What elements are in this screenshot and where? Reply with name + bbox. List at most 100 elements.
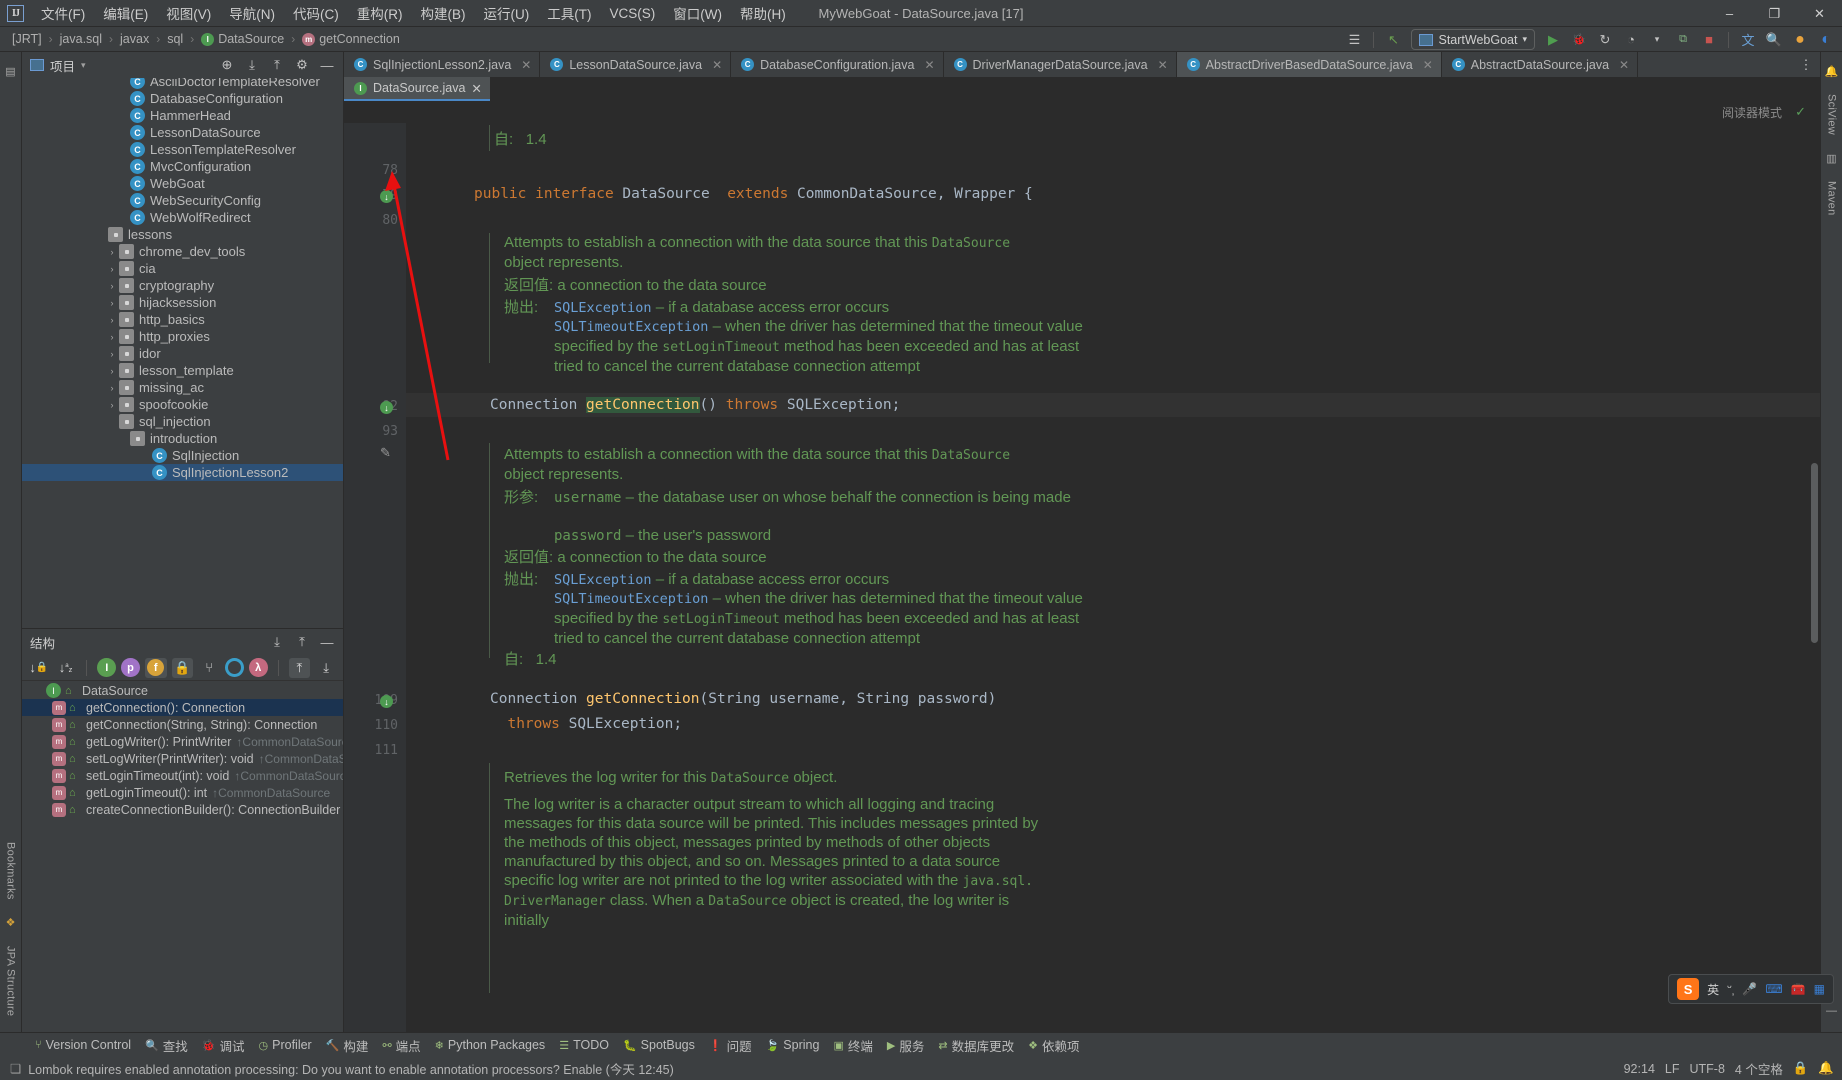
tree-node-mvcconfiguration[interactable]: C MvcConfiguration: [22, 158, 343, 175]
sort-alphabetically-icon[interactable]: ↓ ᵃz: [55, 658, 77, 678]
editor-tab-abstractdriverbaseddatasource[interactable]: C AbstractDriverBasedDataSource.java ✕: [1177, 52, 1442, 77]
tool-maven[interactable]: Maven: [1824, 173, 1840, 224]
stop-button[interactable]: ■: [1697, 29, 1721, 51]
structure-item-setlogwriter[interactable]: m ⌂ setLogWriter(PrintWriter): void ↑Common…: [22, 750, 343, 767]
minimize-button[interactable]: –: [1707, 0, 1752, 27]
tree-node-databaseconfiguration[interactable]: C DatabaseConfiguration: [22, 90, 343, 107]
tree-node-webwolfredirect[interactable]: C WebWolfRedirect: [22, 209, 343, 226]
close-icon[interactable]: ✕: [471, 81, 481, 96]
tree-node-http-proxies[interactable]: › http_proxies: [22, 328, 343, 345]
chevron-down-icon[interactable]: ⱟ: [32, 686, 46, 696]
sort-by-visibility-icon[interactable]: ↓ 🔒: [28, 658, 50, 678]
implemented-method-gutter-icon[interactable]: ↓: [380, 190, 393, 203]
run-configuration-selector[interactable]: StartWebGoat ▾: [1411, 29, 1535, 50]
notification-icon[interactable]: ●: [1788, 29, 1812, 51]
hide-icon[interactable]: —: [315, 631, 339, 653]
ime-toolbar[interactable]: S 英 ᵕ, 🎤 ⌨ 🧰 ▦: [1668, 974, 1834, 1004]
close-icon[interactable]: ✕: [1619, 58, 1629, 72]
bottom-tool-window-bar[interactable]: ⑂ Version Control 🔍 查找 🐞 调试 ◷ Profiler 🔨 构建 ⚯ 端点 ❄ Py…: [0, 1032, 1842, 1057]
tree-node-hammerhead[interactable]: C HammerHead: [22, 107, 343, 124]
bottom-tool-version-control[interactable]: ⑂ Version Control: [28, 1036, 138, 1054]
bottom-tool--[interactable]: ❖ 依赖项: [1021, 1034, 1086, 1057]
locate-icon[interactable]: ⊕: [215, 54, 239, 76]
more-tabs-icon[interactable]: ⋮: [1794, 54, 1818, 76]
bottom-tool-python-packages[interactable]: ❄ Python Packages: [428, 1036, 553, 1054]
breadcrumb-datasource[interactable]: I DataSource: [197, 30, 288, 48]
group-icon[interactable]: ⑂: [198, 658, 220, 678]
editor-tab-drivermanagerdatasource[interactable]: C DriverManagerDataSource.java ✕: [944, 52, 1177, 77]
menu-edit[interactable]: 编辑(E): [94, 0, 157, 27]
close-icon[interactable]: ✕: [712, 58, 722, 72]
search-icon[interactable]: 🔍: [1762, 29, 1786, 51]
bottom-tool--[interactable]: ▶ 服务: [880, 1034, 931, 1057]
code-content[interactable]: 自: 1.4 public interface DataSource extend…: [406, 123, 1820, 1032]
keyboard-icon[interactable]: ⌨: [1765, 982, 1782, 996]
menu-window[interactable]: 窗口(W): [664, 0, 731, 27]
chevron-right-icon[interactable]: ›: [105, 281, 119, 291]
collapse-all-icon[interactable]: ⤒: [290, 631, 314, 653]
chevron-right-icon[interactable]: ›: [105, 315, 119, 325]
tree-node-idor[interactable]: › idor: [22, 345, 343, 362]
implemented-method-gutter-icon[interactable]: ↓: [380, 401, 393, 414]
chevron-right-icon[interactable]: ›: [105, 349, 119, 359]
gear-icon[interactable]: ⚙: [290, 54, 314, 76]
edit-doc-icon[interactable]: ✎: [380, 445, 391, 461]
close-button[interactable]: ✕: [1797, 0, 1842, 27]
run-button[interactable]: ▶: [1541, 29, 1565, 51]
bottom-tool--[interactable]: ❗ 问题: [702, 1034, 759, 1057]
ml-icon[interactable]: ▥: [1823, 149, 1841, 167]
editor-tab-datasource[interactable]: I DataSource.java ✕: [344, 77, 490, 101]
coverage-button[interactable]: ◔: [1619, 29, 1643, 51]
chevron-right-icon[interactable]: ›: [105, 366, 119, 376]
bottom-tool-spotbugs[interactable]: 🐛 SpotBugs: [616, 1036, 702, 1054]
close-icon[interactable]: ✕: [924, 58, 934, 72]
caret-position[interactable]: 92:14: [1624, 1062, 1655, 1076]
code-line-110[interactable]: throws SQLException;: [490, 716, 682, 732]
breadcrumb-javasql[interactable]: java.sql: [56, 30, 106, 48]
tree-node-spoofcookie[interactable]: › spoofcookie: [22, 396, 343, 413]
close-icon[interactable]: ✕: [521, 58, 531, 72]
tree-node-http-basics[interactable]: › http_basics: [22, 311, 343, 328]
menu-refactor[interactable]: 重构(R): [348, 0, 412, 27]
tree-node-cryptography[interactable]: › cryptography: [22, 277, 343, 294]
editor-tab-row-1[interactable]: C SqlInjectionLesson2.java ✕ C LessonDataSou…: [344, 52, 1820, 77]
chevron-right-icon[interactable]: ›: [105, 332, 119, 342]
menu-navigate[interactable]: 导航(N): [220, 0, 284, 27]
inspection-status-icon[interactable]: ✓: [1795, 104, 1806, 120]
collapse-strip-icon[interactable]: —: [1823, 1002, 1841, 1020]
jpa-icon[interactable]: ❖: [2, 914, 20, 932]
collapse-all-icon[interactable]: ⤓: [315, 658, 337, 678]
menu-tools[interactable]: 工具(T): [538, 0, 600, 27]
show-inherited-icon[interactable]: I: [97, 658, 116, 677]
menu-help[interactable]: 帮助(H): [731, 0, 795, 27]
implemented-method-gutter-icon[interactable]: ↓: [380, 695, 393, 708]
debug-button[interactable]: 🐞: [1567, 29, 1591, 51]
expand-all-icon[interactable]: ⤓: [265, 631, 289, 653]
show-fields-icon[interactable]: f: [145, 658, 167, 678]
structure-item-datasource[interactable]: ⱟ I ⌂ DataSource: [22, 682, 343, 699]
code-line-92[interactable]: Connection getConnection() throws SQLExc…: [490, 397, 900, 413]
structure-item-setlogintimeout[interactable]: m ⌂ setLoginTimeout(int): void ↑CommonDataS…: [22, 767, 343, 784]
editor-tab-row-2[interactable]: I DataSource.java ✕: [344, 77, 1820, 101]
updates-icon[interactable]: ◐: [1814, 29, 1838, 51]
bottom-tool--[interactable]: ⚯ 端点: [375, 1034, 427, 1057]
menu-run[interactable]: 运行(U): [475, 0, 539, 27]
tree-node-cia[interactable]: › cia: [22, 260, 343, 277]
project-tool-icon[interactable]: ▤: [2, 62, 20, 80]
show-non-public-icon[interactable]: 🔒: [172, 658, 194, 678]
breadcrumb-jrt[interactable]: [JRT]: [8, 30, 46, 48]
show-lambdas-icon[interactable]: λ: [249, 658, 268, 677]
expand-all-icon[interactable]: ⤓: [240, 54, 264, 76]
half-width-icon[interactable]: ᵕ,: [1727, 980, 1734, 997]
hide-icon[interactable]: —: [315, 54, 339, 76]
sogou-logo-icon[interactable]: S: [1677, 978, 1699, 1000]
tree-node-missing-ac[interactable]: › missing_ac: [22, 379, 343, 396]
chevron-right-icon[interactable]: ›: [105, 247, 119, 257]
close-icon[interactable]: ✕: [1423, 58, 1433, 72]
bottom-tool-profiler[interactable]: ◷ Profiler: [252, 1036, 319, 1054]
bottom-tool--[interactable]: ⇄ 数据库更改: [931, 1034, 1021, 1057]
back-icon[interactable]: ↖: [1381, 29, 1405, 51]
code-line-109[interactable]: Connection getConnection(String username…: [490, 691, 996, 707]
menu-file[interactable]: 文件(F): [32, 0, 94, 27]
tree-node-sqlinjectionlesson2[interactable]: C SqlInjectionLesson2: [22, 464, 343, 481]
